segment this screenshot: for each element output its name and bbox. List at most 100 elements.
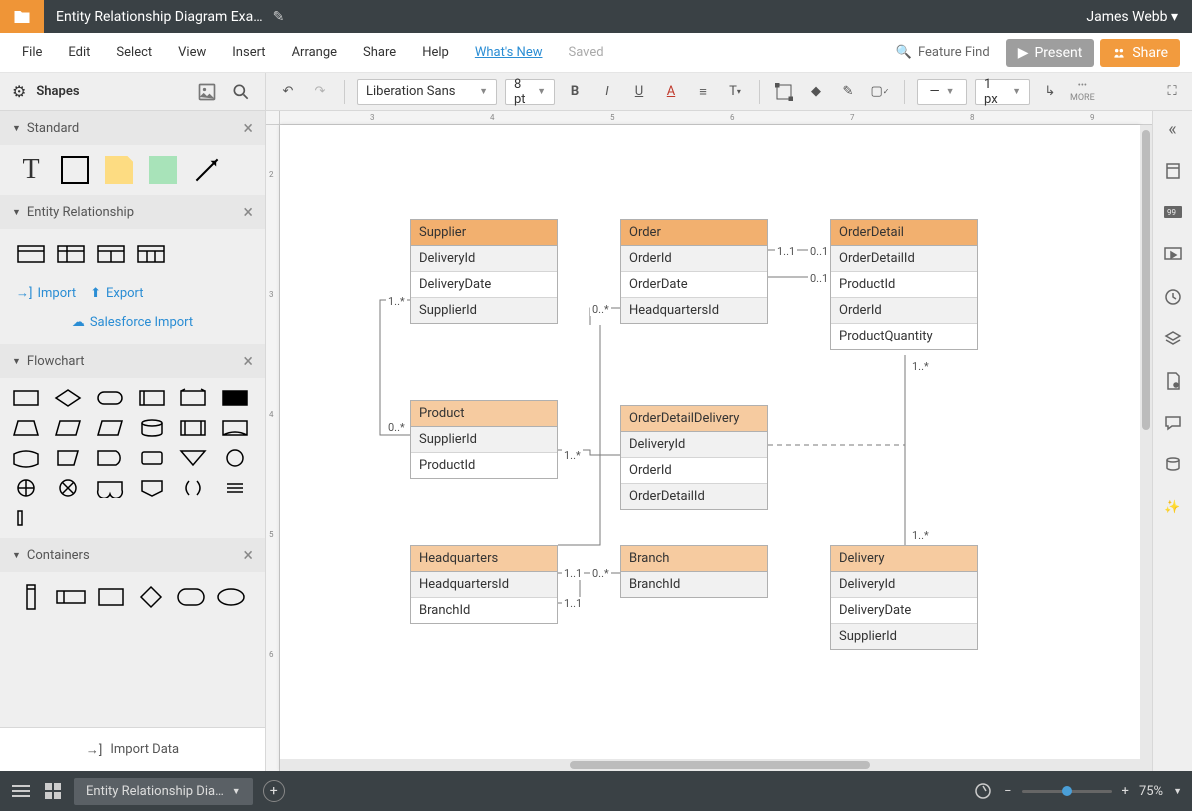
shape-container-1[interactable] [16, 582, 46, 612]
shape-er-4[interactable] [136, 239, 166, 269]
flowchart-shape-1[interactable] [54, 388, 82, 408]
shape-er-1[interactable] [16, 239, 46, 269]
italic-icon[interactable]: I [595, 80, 619, 104]
folder-icon[interactable] [0, 0, 44, 33]
flowchart-shape-24[interactable] [12, 508, 40, 528]
entity-field[interactable]: HeadquartersId [411, 572, 557, 598]
flowchart-shape-12[interactable] [12, 448, 40, 468]
entity-field[interactable]: SupplierId [411, 298, 557, 323]
shape-options-icon[interactable]: ▢✓ [868, 80, 892, 104]
panel-standard-header[interactable]: ▼Standard× [0, 111, 265, 145]
present-button[interactable]: ▶ Present [1006, 39, 1095, 67]
close-icon[interactable]: × [243, 351, 253, 372]
flowchart-shape-15[interactable] [138, 448, 166, 468]
font-size-select[interactable]: 8 pt▼ [505, 79, 555, 105]
entity-field[interactable]: BranchId [411, 598, 557, 623]
flowchart-shape-10[interactable] [179, 418, 207, 438]
close-icon[interactable]: × [243, 545, 253, 566]
flowchart-shape-16[interactable] [179, 448, 207, 468]
entity-supplier[interactable]: SupplierDeliveryIdDeliveryDateSupplierId [410, 219, 558, 324]
entity-field[interactable]: OrderDetailId [621, 484, 767, 509]
flowchart-shape-5[interactable] [221, 388, 249, 408]
flowchart-shape-19[interactable] [54, 478, 82, 498]
menu-insert[interactable]: Insert [222, 39, 275, 66]
user-menu[interactable]: James Webb ▾ [1072, 9, 1192, 25]
menu-share[interactable]: Share [353, 39, 406, 66]
entity-field[interactable]: DeliveryId [411, 246, 557, 272]
entity-odd[interactable]: OrderDetailDeliveryDeliveryIdOrderIdOrde… [620, 405, 768, 510]
entity-header[interactable]: Supplier [411, 220, 557, 246]
more-button[interactable]: •••MORE [1070, 81, 1095, 103]
share-button[interactable]: Share [1100, 39, 1180, 67]
flowchart-shape-23[interactable] [221, 478, 249, 498]
entity-field[interactable]: SupplierId [831, 624, 977, 649]
entity-delivery[interactable]: DeliveryDeliveryIdDeliveryDateSupplierId [830, 545, 978, 650]
shape-container-5[interactable] [176, 582, 206, 612]
panel-flowchart-header[interactable]: ▼Flowchart× [0, 344, 265, 378]
shape-note[interactable] [104, 155, 134, 185]
entity-field[interactable]: ProductQuantity [831, 324, 977, 349]
entity-field[interactable]: HeadquartersId [621, 298, 767, 323]
entity-field[interactable]: DeliveryId [621, 432, 767, 458]
menu-arrange[interactable]: Arrange [282, 39, 347, 66]
autosave-icon[interactable] [972, 780, 994, 802]
panel-er-header[interactable]: ▼Entity Relationship× [0, 195, 265, 229]
flowchart-shape-11[interactable] [221, 418, 249, 438]
database-icon[interactable] [1161, 453, 1185, 477]
line-color-icon[interactable]: ✎ [836, 80, 860, 104]
menu-edit[interactable]: Edit [58, 39, 100, 66]
shape-text[interactable]: T [16, 155, 46, 185]
zoom-out-icon[interactable]: − [1004, 784, 1011, 799]
entity-field[interactable]: DeliveryId [831, 572, 977, 598]
entity-header[interactable]: Product [411, 401, 557, 427]
close-icon[interactable]: × [243, 202, 253, 223]
layers-icon[interactable] [1161, 327, 1185, 351]
horizontal-scrollbar[interactable] [280, 759, 1152, 771]
align-icon[interactable]: ≡ [691, 80, 715, 104]
entity-product[interactable]: ProductSupplierIdProductId [410, 400, 558, 479]
entity-field[interactable]: OrderId [831, 298, 977, 324]
shape-box[interactable] [60, 155, 90, 185]
page-thumbnails-icon[interactable] [1161, 159, 1185, 183]
entity-header[interactable]: Headquarters [411, 546, 557, 572]
menu-view[interactable]: View [168, 39, 216, 66]
entity-field[interactable]: ProductId [411, 453, 557, 478]
shape-er-2[interactable] [56, 239, 86, 269]
text-color-icon[interactable]: A [659, 80, 683, 104]
panel-containers-header[interactable]: ▼Containers× [0, 538, 265, 572]
line-path-icon[interactable]: ↳ [1038, 80, 1062, 104]
entity-hq[interactable]: HeadquartersHeadquartersIdBranchId [410, 545, 558, 624]
entity-header[interactable]: Branch [621, 546, 767, 572]
undo-icon[interactable]: ↶ [276, 80, 300, 104]
shape-er-3[interactable] [96, 239, 126, 269]
flowchart-shape-14[interactable] [96, 448, 124, 468]
flowchart-shape-3[interactable] [138, 388, 166, 408]
present-panel-icon[interactable] [1161, 243, 1185, 267]
entity-header[interactable]: Order [621, 220, 767, 246]
rename-icon[interactable]: ✎ [273, 9, 285, 25]
import-link[interactable]: →] Import [16, 285, 76, 301]
search-icon[interactable] [229, 80, 253, 104]
entity-field[interactable]: OrderDate [621, 272, 767, 298]
salesforce-import-link[interactable]: ☁ Salesforce Import [16, 315, 249, 330]
import-data-button[interactable]: →] Import Data [0, 727, 265, 771]
menu-whats-new[interactable]: What's New [465, 39, 553, 66]
flowchart-shape-13[interactable] [54, 448, 82, 468]
menu-file[interactable]: File [12, 39, 52, 66]
entity-header[interactable]: Delivery [831, 546, 977, 572]
list-view-icon[interactable] [10, 780, 32, 802]
line-width-select[interactable]: 1 px▼ [975, 79, 1030, 105]
document-title[interactable]: Entity Relationship Diagram Exa… [56, 9, 263, 25]
fullscreen-icon[interactable]: ⛶ [1160, 80, 1184, 104]
zoom-slider[interactable] [1022, 790, 1112, 793]
entity-field[interactable]: OrderId [621, 246, 767, 272]
flowchart-shape-22[interactable] [179, 478, 207, 498]
entity-order[interactable]: OrderOrderIdOrderDateHeadquartersId [620, 219, 768, 324]
underline-icon[interactable]: U [627, 80, 651, 104]
entity-field[interactable]: OrderDetailId [831, 246, 977, 272]
comments-icon[interactable]: 99 [1161, 201, 1185, 225]
flowchart-shape-20[interactable] [96, 478, 124, 498]
shape-container-6[interactable] [216, 582, 246, 612]
entity-field[interactable]: BranchId [621, 572, 767, 597]
entity-header[interactable]: OrderDetailDelivery [621, 406, 767, 432]
